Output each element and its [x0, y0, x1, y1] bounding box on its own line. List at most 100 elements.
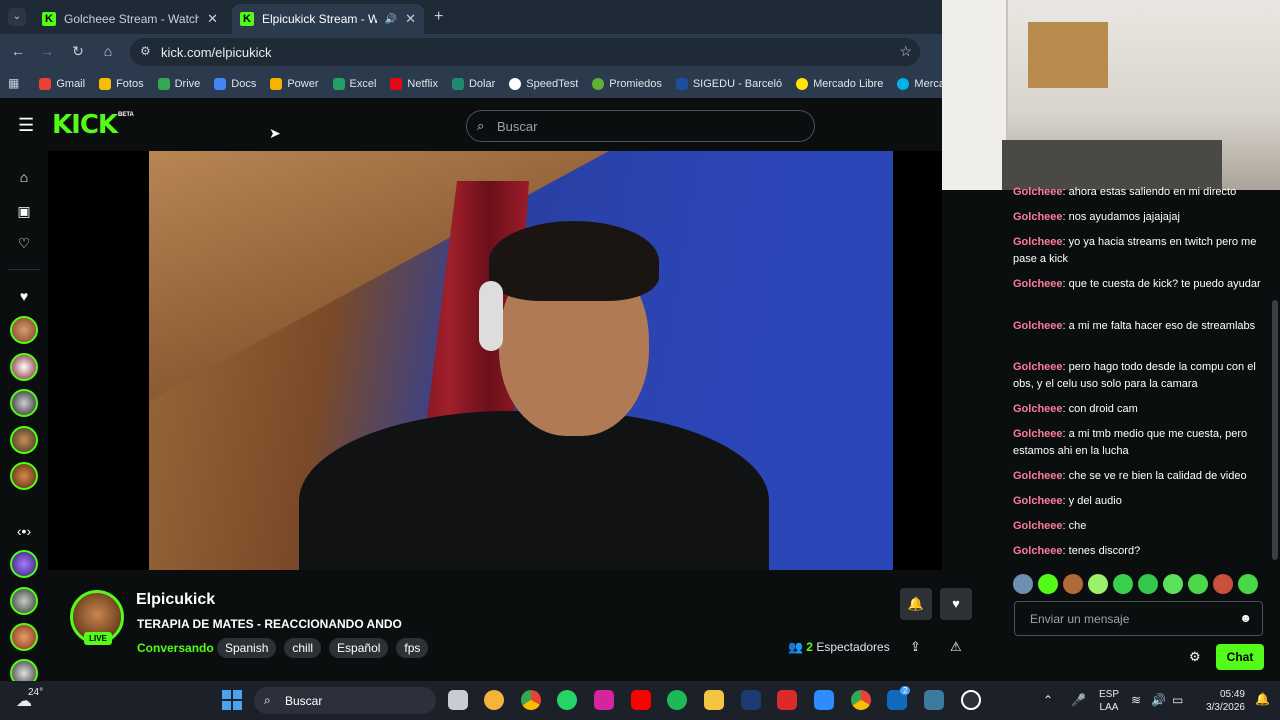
recommended-channel-avatar[interactable]: [10, 587, 38, 615]
chat-username[interactable]: Golcheee: [1013, 186, 1063, 198]
input-language[interactable]: ESP LAA: [1099, 688, 1119, 714]
following-heart-icon[interactable]: ♡: [14, 233, 34, 253]
chat-username[interactable]: Golcheee: [1013, 236, 1063, 248]
browser-tab-golcheee[interactable]: K Golcheee Stream - Watch Live o ✕: [34, 4, 226, 34]
widgets-icon[interactable]: [484, 690, 504, 710]
new-tab-icon[interactable]: +: [434, 8, 443, 26]
tag[interactable]: Spanish: [217, 638, 277, 658]
system-clock[interactable]: 05:49 3/3/2026: [1199, 688, 1245, 714]
zoom-icon[interactable]: [814, 690, 834, 710]
close-tab-icon[interactable]: ✕: [405, 11, 416, 27]
followed-channel-avatar[interactable]: [10, 426, 38, 454]
emote-icon[interactable]: [1138, 574, 1158, 594]
followed-channel-avatar[interactable]: [10, 462, 38, 490]
emote-icon[interactable]: [1238, 574, 1258, 594]
speaker-icon[interactable]: 🔊: [385, 14, 397, 25]
bookmark-dolar[interactable]: Dolar: [451, 78, 495, 90]
chat-username[interactable]: Golcheee: [1013, 545, 1063, 557]
bookmark-gmail[interactable]: Gmail: [39, 78, 85, 90]
search-input[interactable]: ⌕ Buscar: [466, 110, 815, 142]
followed-channel-avatar[interactable]: [10, 389, 38, 417]
emote-icon[interactable]: [1188, 574, 1208, 594]
tag[interactable]: fps: [396, 638, 429, 658]
notifications-bell-icon[interactable]: 🔔: [1255, 692, 1270, 706]
bookmark-drive[interactable]: Drive: [157, 78, 200, 90]
channel-name[interactable]: Elpicukick: [136, 591, 215, 609]
chat-username[interactable]: Golcheee: [1013, 211, 1063, 223]
emote-icon[interactable]: [1063, 574, 1083, 594]
video-player[interactable]: [48, 151, 942, 570]
instagram-icon[interactable]: [594, 690, 614, 710]
share-icon[interactable]: ⇪: [910, 639, 921, 655]
show-hidden-icons-icon[interactable]: ⌃: [1043, 693, 1053, 707]
emote-icon[interactable]: [1113, 574, 1133, 594]
stream-video[interactable]: [149, 151, 893, 570]
chrome-icon[interactable]: [851, 690, 871, 710]
site-info-icon[interactable]: ⚙: [140, 44, 151, 58]
recommended-channel-avatar[interactable]: [10, 550, 38, 578]
microphone-icon[interactable]: 🎤: [1071, 693, 1086, 707]
address-bar[interactable]: ⚙ kick.com/elpicukick ☆: [130, 38, 920, 66]
home-icon[interactable]: ⌂: [14, 167, 34, 187]
bookmark-netflix[interactable]: Netflix: [390, 78, 438, 90]
emote-icon[interactable]: [1013, 574, 1033, 594]
forward-icon[interactable]: →: [37, 43, 57, 59]
emote-icon[interactable]: [1163, 574, 1183, 594]
bookmark-promiedos[interactable]: Promiedos: [592, 78, 662, 90]
browser-tab-elpicukick[interactable]: K Elpicukick Stream - Watch Li 🔊 ✕: [232, 4, 424, 34]
chat-username[interactable]: Golcheee: [1013, 520, 1063, 532]
file-explorer-icon[interactable]: [704, 690, 724, 710]
report-warning-icon[interactable]: ⚠: [950, 639, 962, 655]
emote-icon[interactable]: [1038, 574, 1058, 594]
emoji-picker-icon[interactable]: ☻: [1239, 611, 1252, 625]
taskbar-search[interactable]: ⌕ Buscar: [254, 687, 436, 714]
emote-icon[interactable]: [1088, 574, 1108, 594]
task-view-icon[interactable]: [448, 690, 468, 710]
chrome-icon[interactable]: [521, 690, 541, 710]
bookmark-star-icon[interactable]: ☆: [899, 43, 912, 60]
stream-category[interactable]: Conversando: [137, 641, 214, 655]
bookmark-mercado-libre[interactable]: Mercado Libre: [796, 78, 883, 90]
followed-channel-avatar[interactable]: [10, 353, 38, 381]
app-icon[interactable]: [741, 690, 761, 710]
bookmark-docs[interactable]: Docs: [214, 78, 256, 90]
notification-bell-button[interactable]: 🔔: [900, 588, 932, 620]
chat-settings-gear-icon[interactable]: ⚙: [1189, 649, 1201, 665]
app-icon[interactable]: [924, 690, 944, 710]
volume-icon[interactable]: 🔊: [1151, 693, 1166, 707]
acrobat-icon[interactable]: [777, 690, 797, 710]
follow-button[interactable]: ♥: [940, 588, 972, 620]
close-tab-icon[interactable]: ✕: [207, 11, 218, 27]
chat-username[interactable]: Golcheee: [1013, 428, 1063, 440]
chat-username[interactable]: Golcheee: [1013, 495, 1063, 507]
reload-icon[interactable]: ↻: [68, 43, 88, 60]
bookmark-sigedu[interactable]: SIGEDU - Barceló: [675, 78, 782, 90]
youtube-icon[interactable]: [631, 690, 651, 710]
bookmark-mercado-pago[interactable]: Mercado Pago: [897, 78, 942, 90]
apps-grid-icon[interactable]: ▦: [8, 76, 19, 92]
chat-message-input[interactable]: Enviar un mensaje ☻: [1014, 601, 1263, 636]
menu-icon[interactable]: ☰: [18, 115, 34, 136]
recommended-channel-avatar[interactable]: [10, 623, 38, 651]
send-chat-button[interactable]: Chat: [1216, 644, 1264, 670]
chat-username[interactable]: Golcheee: [1013, 320, 1063, 332]
chat-scrollbar[interactable]: [1272, 300, 1278, 560]
bookmark-power[interactable]: Power: [270, 78, 319, 90]
bookmark-excel[interactable]: Excel: [332, 78, 376, 90]
whatsapp-icon[interactable]: [557, 690, 577, 710]
url-text[interactable]: kick.com/elpicukick: [161, 45, 272, 60]
chat-username[interactable]: Golcheee: [1013, 403, 1063, 415]
tab-search-button[interactable]: ⌄: [8, 8, 26, 26]
emote-icon[interactable]: [1213, 574, 1233, 594]
chat-username[interactable]: Golcheee: [1013, 278, 1063, 290]
obs-icon[interactable]: [961, 690, 981, 710]
back-icon[interactable]: ←: [8, 43, 28, 59]
browse-icon[interactable]: ▣: [14, 201, 34, 221]
home-icon[interactable]: ⌂: [98, 43, 118, 59]
bookmark-speedtest[interactable]: SpeedTest: [509, 78, 578, 90]
wifi-icon[interactable]: ≋: [1131, 693, 1141, 707]
chat-username[interactable]: Golcheee: [1013, 470, 1063, 482]
kick-logo[interactable]: KICK: [52, 110, 118, 140]
tag[interactable]: chill: [284, 638, 322, 658]
spotify-icon[interactable]: [667, 690, 687, 710]
